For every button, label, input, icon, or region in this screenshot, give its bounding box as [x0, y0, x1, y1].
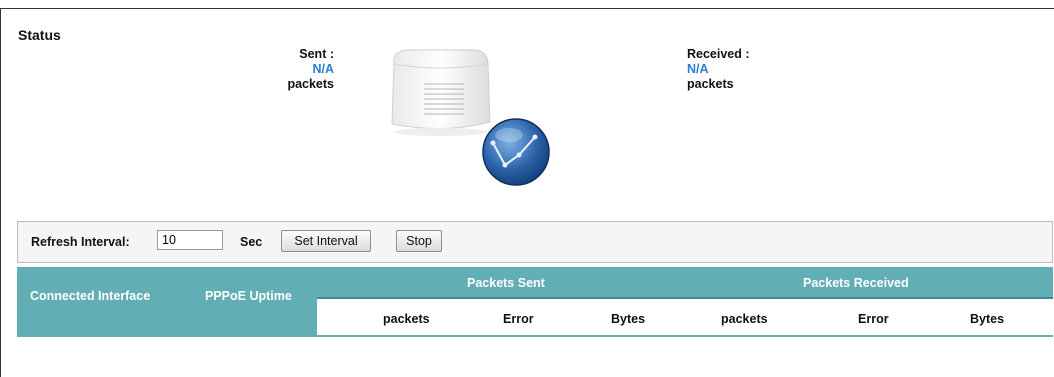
refresh-interval-label: Refresh Interval:: [31, 235, 130, 249]
sec-label: Sec: [240, 235, 263, 249]
packets-sent-header: Packets Sent: [467, 276, 545, 290]
table-header-left: Connected Interface PPPoE Uptime: [17, 267, 317, 337]
status-title: Status: [18, 27, 61, 43]
sent-unit: packets: [287, 77, 334, 91]
received-unit: packets: [687, 77, 734, 91]
packets-received-header: Packets Received: [803, 276, 909, 290]
received-error-header: Error: [858, 312, 889, 326]
sent-stat: Sent : N/A packets: [254, 47, 334, 92]
table-subheader-row: packets Error Bytes packets Error Bytes: [317, 299, 1053, 337]
sent-value: N/A: [312, 62, 334, 76]
received-value: N/A: [687, 62, 709, 76]
panel-border-top: [0, 8, 1054, 9]
refresh-interval-input[interactable]: [157, 230, 223, 250]
sent-packets-header: packets: [383, 312, 430, 326]
table-group-header-row: Packets Sent Packets Received: [317, 267, 1053, 299]
refresh-interval-bar: Refresh Interval: Sec Set Interval Stop: [17, 221, 1053, 263]
sent-label: Sent :: [299, 47, 334, 61]
router-device-icon: [384, 44, 496, 144]
received-bytes-header: Bytes: [970, 312, 1005, 326]
received-packets-header: packets: [721, 312, 768, 326]
pppoe-uptime-header: PPPoE Uptime: [205, 289, 292, 303]
received-stat: Received : N/A packets: [687, 47, 750, 92]
sent-bytes-header: Bytes: [611, 312, 646, 326]
received-label: Received :: [687, 47, 750, 61]
cropped-heading: [0, 0, 1054, 14]
set-interval-button[interactable]: Set Interval: [281, 230, 371, 252]
sent-error-header: Error: [503, 312, 534, 326]
stop-button[interactable]: Stop: [396, 230, 442, 252]
statistics-table: Connected Interface PPPoE Uptime Packets…: [17, 267, 1053, 337]
panel-border-left: [0, 8, 1, 377]
globe-icon: [481, 117, 551, 192]
connected-interface-header: Connected Interface: [30, 289, 151, 303]
